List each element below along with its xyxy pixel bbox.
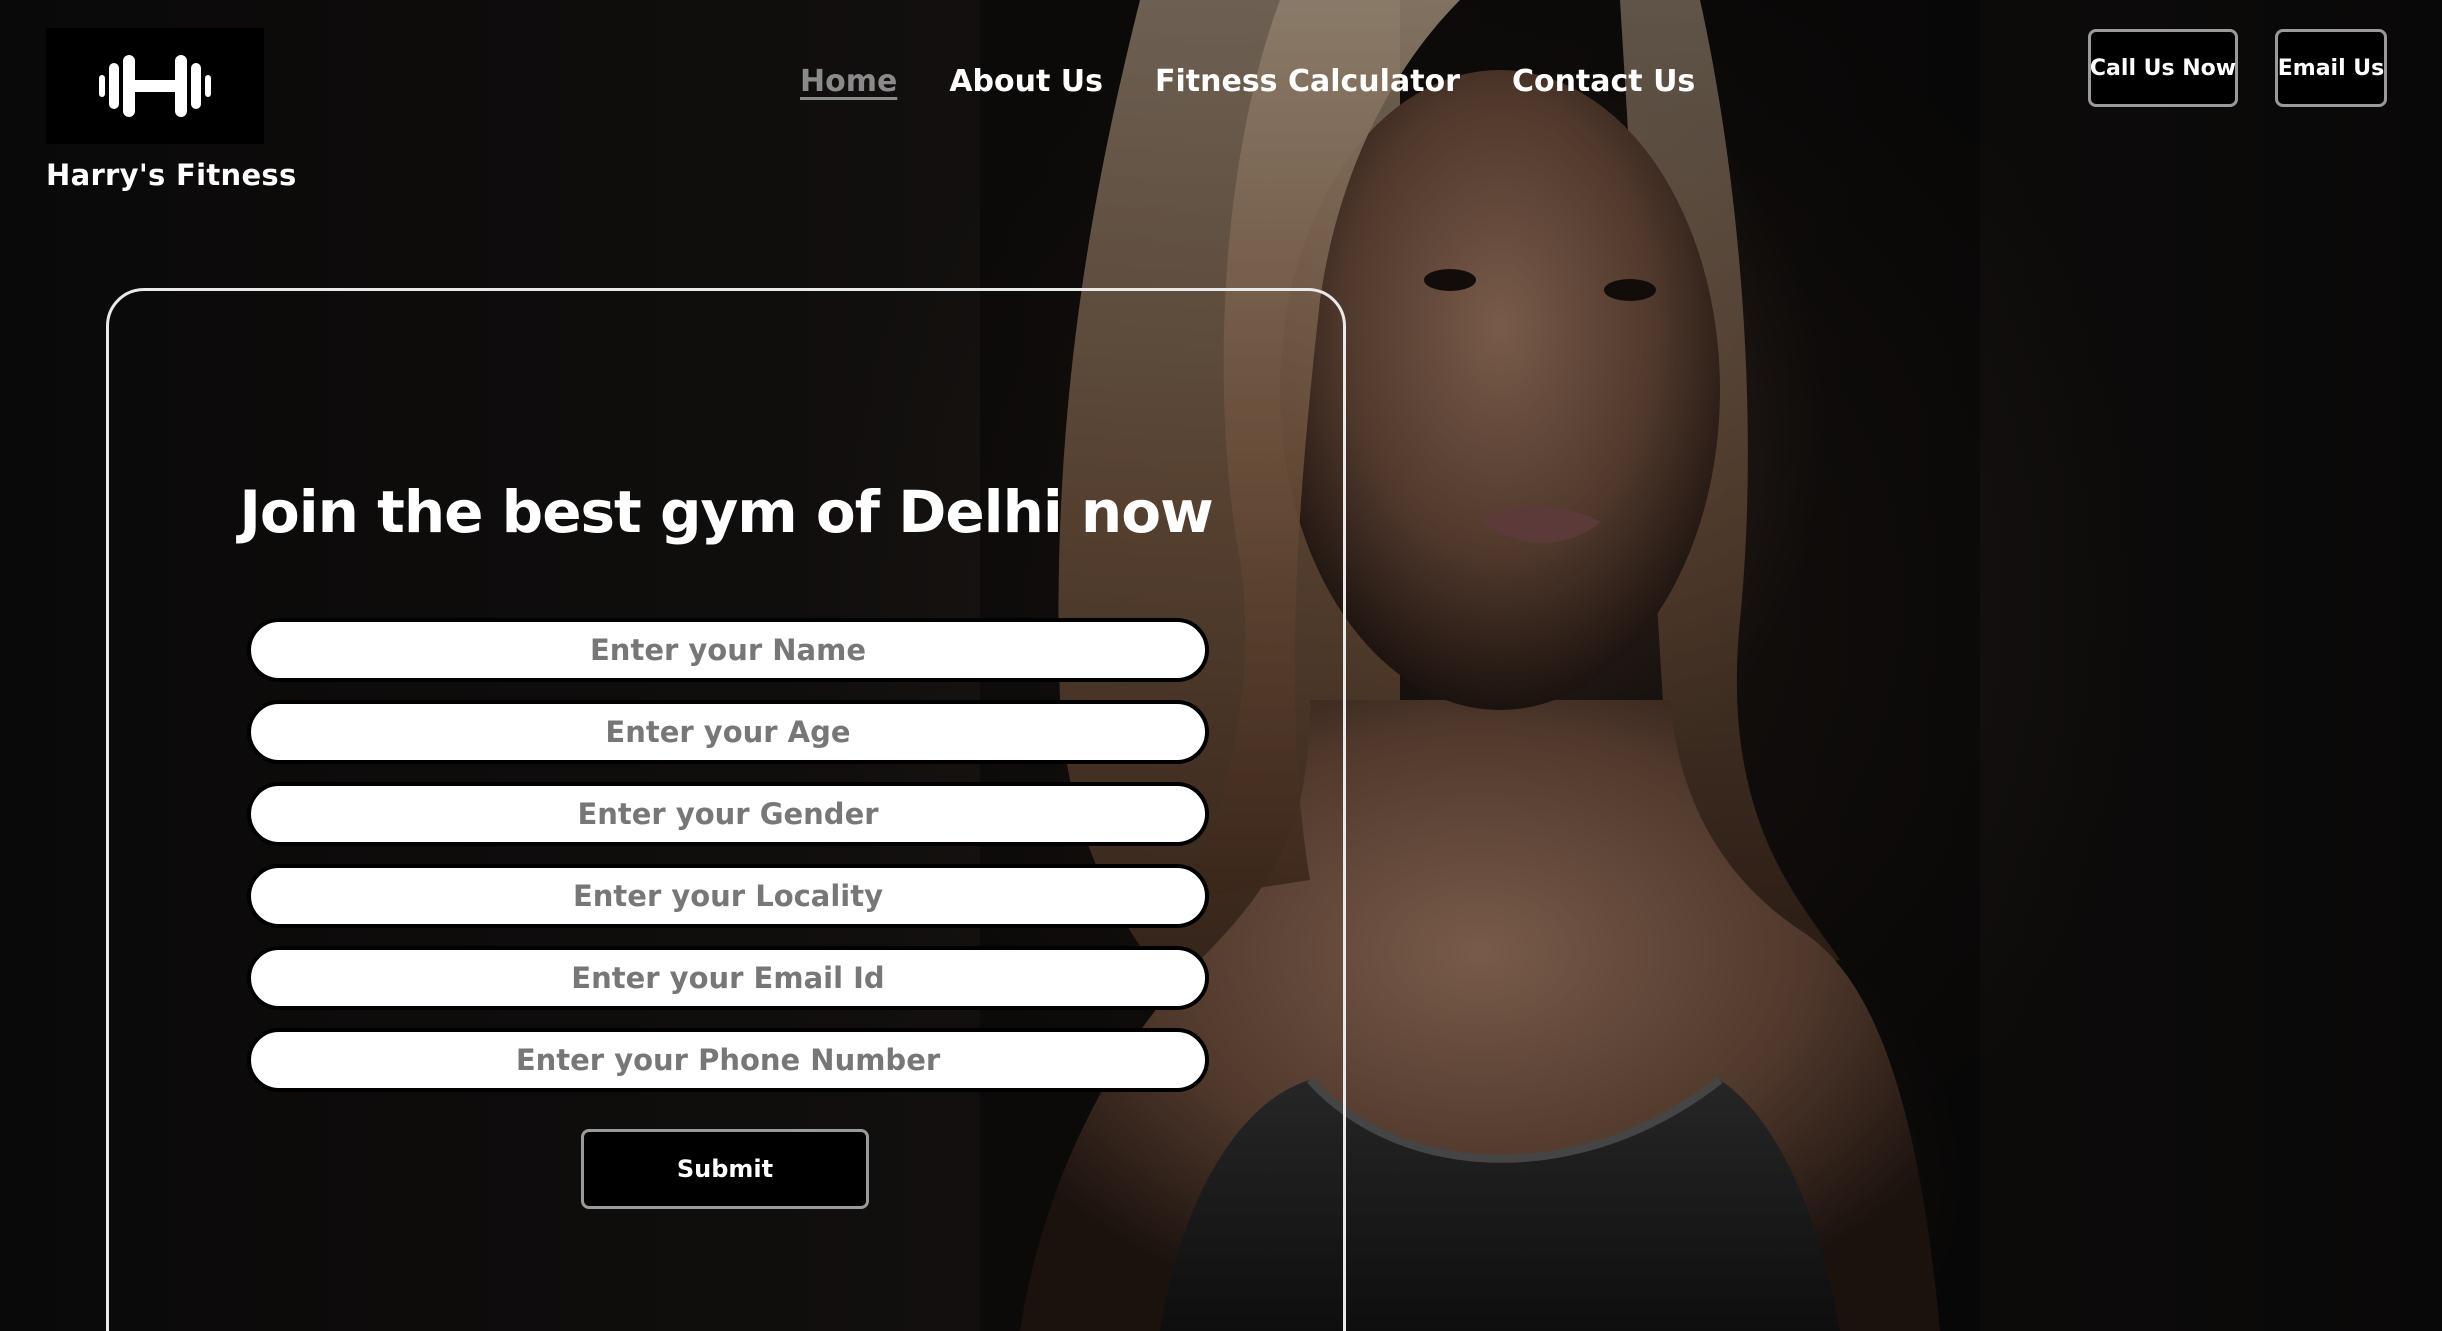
- email-us-button[interactable]: Email Us: [2275, 29, 2387, 107]
- form-title: Join the best gym of Delhi now: [239, 478, 1213, 546]
- dumbbell-icon: [99, 55, 211, 117]
- nav-fitness-calculator[interactable]: Fitness Calculator: [1155, 64, 1460, 99]
- nav-home[interactable]: Home: [800, 64, 897, 99]
- nav-about-us[interactable]: About Us: [949, 64, 1103, 99]
- age-input[interactable]: [247, 700, 1209, 764]
- nav-contact-us[interactable]: Contact Us: [1512, 64, 1695, 99]
- gender-input[interactable]: [247, 782, 1209, 846]
- submit-button[interactable]: Submit: [581, 1129, 869, 1209]
- email-input[interactable]: [247, 946, 1209, 1010]
- name-input[interactable]: [247, 618, 1209, 682]
- brand-name: Harry's Fitness: [46, 158, 297, 192]
- logo[interactable]: [46, 28, 264, 144]
- phone-input[interactable]: [247, 1028, 1209, 1092]
- call-us-now-button[interactable]: Call Us Now: [2088, 29, 2238, 107]
- locality-input[interactable]: [247, 864, 1209, 928]
- main-nav: Home About Us Fitness Calculator Contact…: [800, 64, 1695, 99]
- hero-section: Harry's Fitness Home About Us Fitness Ca…: [0, 0, 2442, 1331]
